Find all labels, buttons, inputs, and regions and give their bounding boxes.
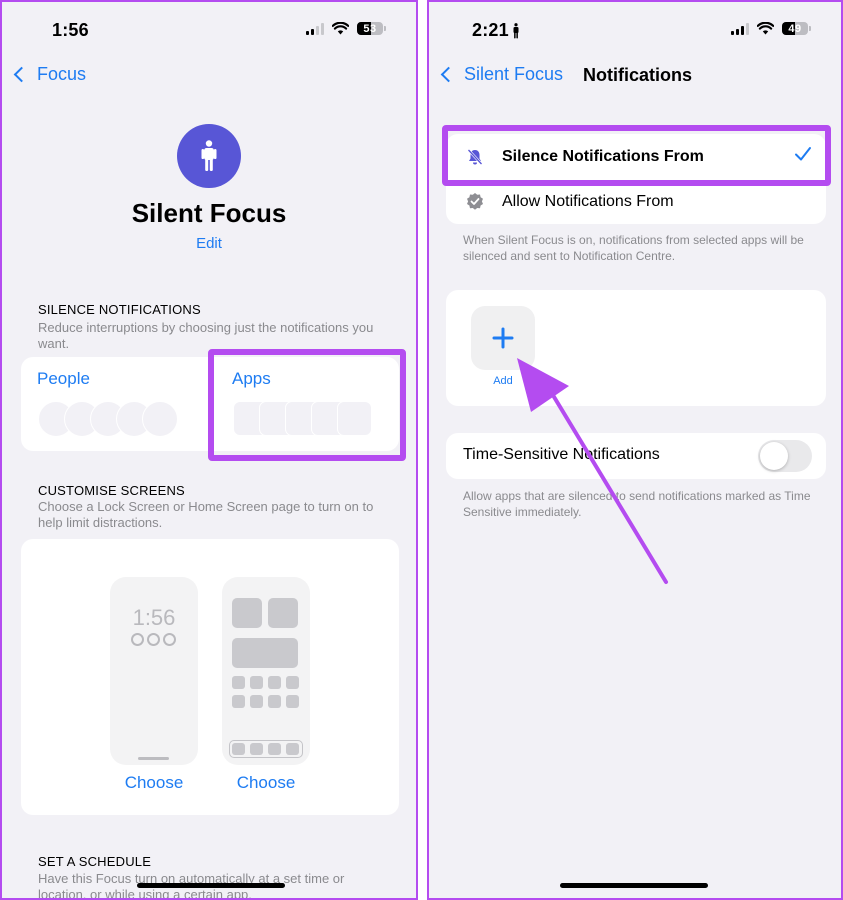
apps-option[interactable]: Apps (210, 357, 399, 451)
apps-placeholders (233, 401, 372, 436)
time-sensitive-row: Time-Sensitive Notifications (446, 433, 826, 479)
signal-icon (731, 22, 749, 35)
customise-section-title: CUSTOMISE SCREENS (38, 483, 185, 498)
customise-screens-card: 1:56 Choose Choose (21, 539, 399, 815)
silence-notifications-option[interactable]: Silence Notifications From (446, 134, 826, 179)
add-app-button[interactable] (471, 306, 535, 370)
bell-slash-icon (463, 148, 487, 166)
focus-settings-screen: 1:56 53 Focus Silent Focus Edit SILENCE … (0, 0, 418, 900)
app-placeholder (286, 676, 299, 689)
lock-preview-time: 1:56 (132, 605, 176, 630)
chevron-left-icon (440, 66, 457, 83)
time-sensitive-label: Time-Sensitive Notifications (463, 446, 660, 463)
status-time: 2:21 (472, 20, 509, 40)
home-screen-preview[interactable] (222, 577, 310, 765)
choose-home-screen-button[interactable]: Choose (222, 773, 310, 793)
status-icons: 49 (731, 22, 811, 35)
widget-placeholder (232, 598, 262, 628)
notifications-settings-screen: 2:21 49 Silent Focus Notifications Silen… (427, 0, 843, 900)
status-time: 1:56 (52, 20, 89, 40)
lock-widget-placeholders (131, 633, 176, 646)
people-option[interactable]: People (21, 357, 210, 451)
lock-home-bar (138, 757, 169, 760)
checkmark-icon (794, 146, 812, 167)
allow-notifications-option[interactable]: Allow Notifications From (446, 179, 826, 224)
back-button[interactable]: Focus (12, 64, 86, 85)
app-placeholder (286, 695, 299, 708)
app-placeholder (250, 676, 263, 689)
battery-icon: 53 (357, 22, 383, 35)
status-icons: 53 (306, 22, 386, 35)
battery-percent: 49 (788, 22, 802, 35)
battery-tip (384, 26, 386, 31)
signal-icon (306, 22, 324, 35)
people-label: People (37, 369, 90, 388)
allow-notifications-label: Allow Notifications From (502, 192, 674, 210)
person-standing-icon (513, 23, 519, 39)
widget-placeholder (268, 598, 298, 628)
app-placeholder (268, 695, 281, 708)
add-label: Add (493, 375, 513, 387)
battery-tip (809, 26, 811, 31)
wifi-icon (757, 22, 774, 35)
checkmark-seal-icon (463, 192, 487, 212)
home-indicator[interactable] (560, 883, 708, 888)
schedule-section-title: SET A SCHEDULE (38, 854, 152, 869)
time-sensitive-footnote: Allow apps that are silenced to send not… (463, 489, 811, 519)
customise-section-subtitle: Choose a Lock Screen or Home Screen page… (38, 499, 374, 530)
apps-list-card: Add (446, 290, 826, 406)
app-placeholder (268, 676, 281, 689)
notification-mode-card: Silence Notifications From Allow Notific… (446, 134, 826, 224)
silence-notifications-label: Silence Notifications From (502, 147, 704, 165)
app-placeholder (232, 695, 245, 708)
back-label: Focus (37, 64, 87, 84)
wifi-icon (332, 22, 349, 35)
people-placeholders (38, 401, 178, 437)
widget-placeholder (232, 638, 298, 668)
choose-lock-screen-button[interactable]: Choose (110, 773, 198, 793)
toggle-knob (760, 442, 788, 470)
back-button[interactable]: Silent Focus (439, 64, 563, 85)
person-standing-icon (201, 140, 217, 171)
app-placeholder (232, 676, 245, 689)
page-title: Notifications (583, 65, 693, 85)
plus-icon (492, 327, 514, 349)
people-apps-card: People Apps (21, 357, 399, 451)
edit-button[interactable]: Edit (2, 235, 416, 252)
lock-screen-preview[interactable]: 1:56 (110, 577, 198, 765)
battery-percent: 53 (363, 22, 377, 35)
time-sensitive-toggle[interactable] (758, 440, 812, 472)
silence-section-title: SILENCE NOTIFICATIONS (38, 302, 201, 317)
dock-placeholder (229, 740, 303, 758)
focus-name: Silent Focus (131, 198, 287, 228)
battery-icon: 49 (782, 22, 808, 35)
back-label: Silent Focus (464, 64, 564, 84)
focus-icon-badge[interactable] (177, 124, 241, 188)
app-placeholder (250, 695, 263, 708)
home-indicator[interactable] (137, 883, 285, 888)
apps-label: Apps (232, 369, 271, 388)
chevron-left-icon (13, 66, 30, 83)
silence-section-subtitle: Reduce interruptions by choosing just th… (38, 320, 374, 351)
mode-footnote: When Silent Focus is on, notifications f… (463, 233, 804, 263)
